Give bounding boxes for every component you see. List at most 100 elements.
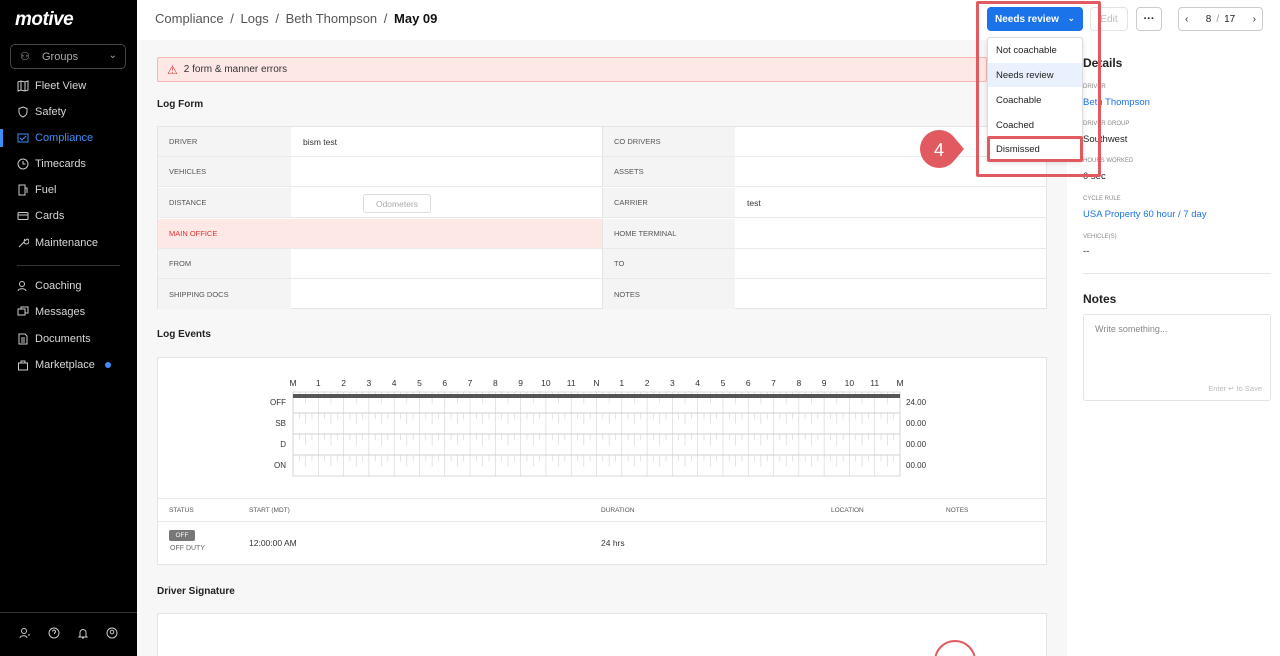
assets-field[interactable]	[735, 157, 1046, 187]
help-icon[interactable]	[48, 626, 60, 644]
sidebar-item-label: Safety	[35, 106, 67, 118]
form-label: NOTES	[602, 279, 735, 309]
form-label: ASSETS	[602, 157, 735, 187]
page-total: 17	[1224, 13, 1236, 25]
hour-label: M	[289, 378, 296, 388]
breadcrumb-separator: /	[275, 11, 279, 26]
sidebar-item-label: Timecards	[35, 158, 86, 170]
prev-page-icon[interactable]: ‹	[1185, 14, 1188, 25]
sidebar-item-label: Fuel	[35, 184, 57, 196]
option-not-coachable[interactable]: Not coachable	[988, 38, 1082, 62]
home-terminal-field[interactable]	[735, 219, 1046, 249]
event-duration: 24 hrs	[601, 538, 625, 548]
sidebar-item-coaching[interactable]: Coaching	[0, 275, 137, 297]
option-coachable[interactable]: Coachable	[988, 88, 1082, 112]
sidebar-item-compliance[interactable]: Compliance	[0, 127, 137, 149]
hour-label: 5	[417, 378, 422, 388]
bell-icon[interactable]	[77, 626, 89, 644]
option-needs-review[interactable]: Needs review	[988, 63, 1082, 87]
sidebar-item-fleet-view[interactable]: Fleet View	[0, 75, 137, 97]
status-badge: OFF	[169, 530, 195, 541]
breadcrumb-driver[interactable]: Beth Thompson	[286, 11, 378, 26]
groups-label: Groups	[42, 50, 79, 63]
sidebar-item-timecards[interactable]: Timecards	[0, 153, 137, 175]
account-icon[interactable]	[106, 626, 118, 644]
more-options-button[interactable]: ···	[1136, 7, 1162, 31]
shipping-docs-field[interactable]	[291, 279, 602, 309]
detail-cycle-rule-link[interactable]: USA Property 60 hour / 7 day	[1083, 209, 1207, 220]
breadcrumb-compliance[interactable]: Compliance	[155, 11, 224, 26]
duty-row-label: D	[280, 440, 286, 449]
sidebar-item-label: Cards	[35, 210, 65, 222]
clock-icon	[17, 158, 29, 170]
card-icon	[17, 210, 29, 222]
detail-driver-link[interactable]: Beth Thompson	[1083, 97, 1150, 108]
notes-title: Notes	[1083, 292, 1117, 306]
page-indicator: 8 / 17	[1206, 14, 1235, 25]
hour-label: 8	[796, 378, 801, 388]
details-divider	[1083, 273, 1271, 274]
breadcrumb-separator: /	[383, 11, 388, 26]
sidebar-item-maintenance[interactable]: Maintenance	[0, 232, 137, 254]
groups-selector[interactable]: ⚇ Groups ⌄	[10, 44, 126, 69]
hour-label: 4	[695, 378, 700, 388]
vehicles-field[interactable]	[291, 157, 602, 187]
log-events-panel: M 1 2 3 4 5 6 7 8 9 10 11 N 1 2 3 4 5 6 7 8 9 10 11 M OFF 24.00 SB 0…	[157, 357, 1047, 565]
breadcrumb: Compliance / Logs / Beth Thompson / May …	[155, 11, 440, 26]
signature-panel	[157, 613, 1047, 656]
notes-input[interactable]: Write something... Enter ↵ to Save	[1083, 314, 1271, 401]
edit-button[interactable]: Edit	[1090, 7, 1128, 31]
hour-label: 7	[468, 378, 473, 388]
detail-hours-worked: 0 sec	[1083, 171, 1106, 182]
form-label: FROM	[158, 249, 291, 279]
duty-row-label: SB	[275, 419, 286, 428]
hour-label: 11	[567, 378, 576, 388]
sidebar-item-fuel[interactable]: Fuel	[0, 179, 137, 201]
details-title: Details	[1083, 56, 1123, 70]
detail-label: DRIVER	[1083, 84, 1106, 90]
distance-field[interactable]	[291, 188, 602, 218]
notes-field[interactable]	[735, 279, 1046, 309]
option-coached[interactable]: Coached	[988, 113, 1082, 137]
duty-row-label: OFF	[270, 398, 286, 407]
option-dismissed[interactable]: Dismissed	[988, 137, 1082, 161]
hour-label: M	[896, 378, 903, 388]
to-field[interactable]	[735, 249, 1046, 279]
fuel-icon	[17, 184, 29, 196]
main-office-field[interactable]	[291, 219, 602, 249]
next-page-icon[interactable]: ›	[1253, 14, 1256, 25]
from-field[interactable]	[291, 249, 602, 279]
form-label: SHIPPING DOCS	[158, 279, 291, 309]
motive-logo[interactable]: motive	[15, 9, 74, 31]
sidebar-item-documents[interactable]: Documents	[0, 328, 137, 350]
user-settings-icon[interactable]	[19, 626, 31, 644]
driver-field[interactable]: bism test	[291, 127, 602, 157]
detail-label: DRIVER GROUP	[1083, 121, 1130, 127]
breadcrumb-logs[interactable]: Logs	[241, 11, 269, 26]
log-form-title: Log Form	[157, 99, 204, 110]
document-icon	[17, 333, 29, 345]
sidebar-item-messages[interactable]: Messages	[0, 301, 137, 323]
sidebar-item-label: Maintenance	[35, 237, 98, 249]
sidebar-item-cards[interactable]: Cards	[0, 205, 137, 227]
column-header: LOCATION	[831, 507, 864, 514]
hour-label: 1	[619, 378, 624, 388]
sidebar-item-label: Marketplace	[35, 359, 95, 371]
page-current: 8	[1205, 13, 1212, 25]
status-dropdown-button[interactable]: Needs review ⌄	[987, 7, 1083, 31]
form-label: HOME TERMINAL	[602, 219, 735, 249]
hour-label: 9	[822, 378, 827, 388]
error-banner-text: 2 form & manner errors	[183, 64, 288, 75]
sidebar-item-safety[interactable]: Safety	[0, 101, 137, 123]
sidebar-item-marketplace[interactable]: Marketplace	[0, 354, 137, 376]
carrier-field[interactable]: test	[735, 188, 1046, 218]
odometers-button[interactable]: Odometers	[363, 194, 431, 213]
event-start-time: 12:00:00 AM	[249, 538, 297, 548]
form-label-error: MAIN OFFICE	[158, 219, 291, 249]
notification-dot	[104, 362, 111, 368]
duty-row-label: ON	[274, 461, 286, 470]
hour-label: 1	[316, 378, 321, 388]
hour-label: 5	[721, 378, 726, 388]
sidebar-item-label: Coaching	[35, 280, 82, 292]
duty-row-total: 00.00	[906, 419, 927, 428]
